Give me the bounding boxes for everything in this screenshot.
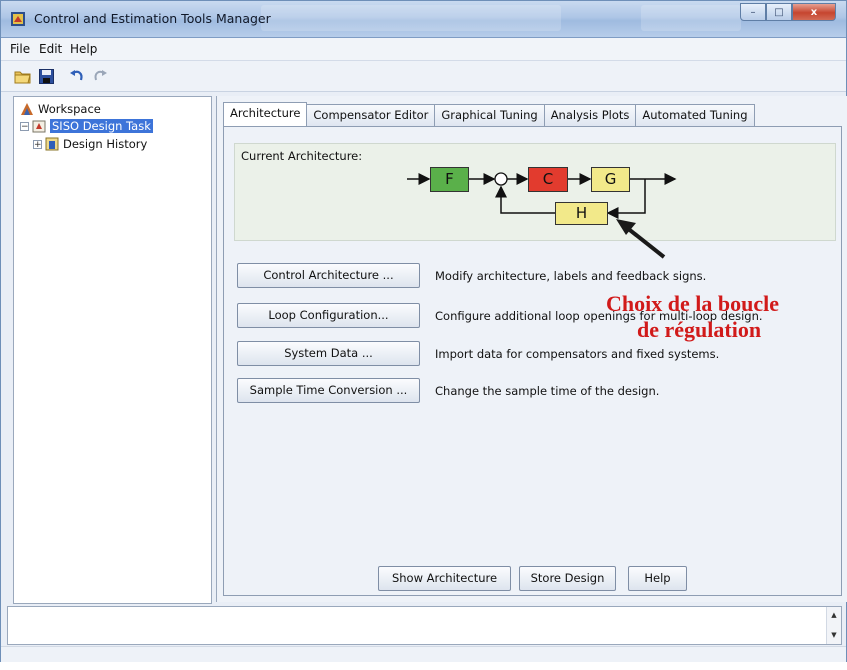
- tab-architecture[interactable]: Architecture: [223, 102, 308, 126]
- history-icon: [45, 137, 59, 151]
- show-architecture-button[interactable]: Show Architecture: [378, 566, 511, 591]
- title-bar-glass: [261, 5, 561, 31]
- window-title: Control and Estimation Tools Manager: [34, 11, 271, 26]
- sample-time-conversion-button[interactable]: Sample Time Conversion ...: [237, 378, 420, 403]
- block-f: F: [430, 167, 469, 192]
- task-icon: [32, 120, 46, 133]
- menu-edit[interactable]: Edit: [39, 42, 62, 56]
- right-panel: Architecture Compensator Editor Graphica…: [216, 96, 847, 602]
- status-bar: [1, 646, 846, 662]
- tree-item-siso-design-task[interactable]: − SISO Design Task: [20, 118, 153, 134]
- workspace-icon: [21, 103, 33, 115]
- collapse-icon[interactable]: −: [20, 121, 29, 131]
- maximize-button[interactable]: □: [766, 3, 792, 21]
- tree-item-workspace[interactable]: Workspace: [20, 101, 101, 117]
- main-window: Control and Estimation Tools Manager – □…: [0, 0, 847, 662]
- tab-graphical-tuning[interactable]: Graphical Tuning: [434, 104, 545, 126]
- store-design-button[interactable]: Store Design: [519, 566, 616, 591]
- toolbar: [1, 61, 846, 92]
- block-g: G: [591, 167, 630, 192]
- message-area[interactable]: ▲ ▼: [7, 606, 842, 645]
- window-controls: – □ x: [740, 3, 836, 21]
- menu-bar: File Edit Help: [1, 38, 846, 61]
- scroll-down-icon[interactable]: ▼: [827, 631, 841, 639]
- expand-icon[interactable]: +: [33, 139, 42, 149]
- loop-configuration-button[interactable]: Loop Configuration...: [237, 303, 420, 328]
- minimize-button[interactable]: –: [740, 3, 766, 21]
- control-architecture-button[interactable]: Control Architecture ...: [237, 263, 420, 288]
- message-scrollbar[interactable]: ▲ ▼: [826, 607, 841, 644]
- tab-analysis-plots[interactable]: Analysis Plots: [543, 104, 637, 126]
- help-button[interactable]: Help: [628, 566, 687, 591]
- app-icon: [11, 12, 25, 26]
- control-architecture-desc: Modify architecture, labels and feedback…: [435, 269, 707, 283]
- architecture-tab-content: Current Architecture: F C G H Control Ar…: [223, 126, 842, 596]
- menu-help[interactable]: Help: [70, 42, 97, 56]
- tab-strip: Architecture Compensator Editor Graphica…: [223, 102, 755, 126]
- undo-icon[interactable]: [68, 67, 86, 85]
- save-icon[interactable]: [37, 67, 55, 85]
- system-data-desc: Import data for compensators and fixed s…: [435, 347, 720, 361]
- summing-junction: [494, 172, 508, 186]
- system-data-button[interactable]: System Data ...: [237, 341, 420, 366]
- block-c: C: [528, 167, 568, 192]
- tree-label-siso-design-task: SISO Design Task: [50, 119, 153, 133]
- tree-label-design-history: Design History: [63, 137, 148, 151]
- close-button[interactable]: x: [792, 3, 836, 21]
- title-bar: Control and Estimation Tools Manager – □…: [1, 1, 846, 38]
- workspace-tree: Workspace − SISO Design Task + Design Hi…: [13, 96, 212, 604]
- block-h: H: [555, 202, 608, 225]
- annotation-line-2: de régulation: [637, 317, 762, 342]
- architecture-diagram: [407, 172, 677, 219]
- title-bar-glass: [641, 5, 741, 31]
- open-folder-icon[interactable]: [13, 67, 31, 85]
- scroll-up-icon[interactable]: ▲: [827, 611, 841, 619]
- tree-label-workspace: Workspace: [38, 102, 101, 116]
- current-architecture-box: Current Architecture: F C G H: [234, 143, 836, 241]
- menu-file[interactable]: File: [10, 42, 30, 56]
- annotation-line-1: Choix de la boucle: [606, 291, 779, 316]
- tree-item-design-history[interactable]: + Design History: [33, 136, 147, 152]
- sample-time-conversion-desc: Change the sample time of the design.: [435, 384, 660, 398]
- redo-icon[interactable]: [91, 67, 109, 85]
- tab-automated-tuning[interactable]: Automated Tuning: [635, 104, 755, 126]
- tab-compensator-editor[interactable]: Compensator Editor: [306, 104, 436, 126]
